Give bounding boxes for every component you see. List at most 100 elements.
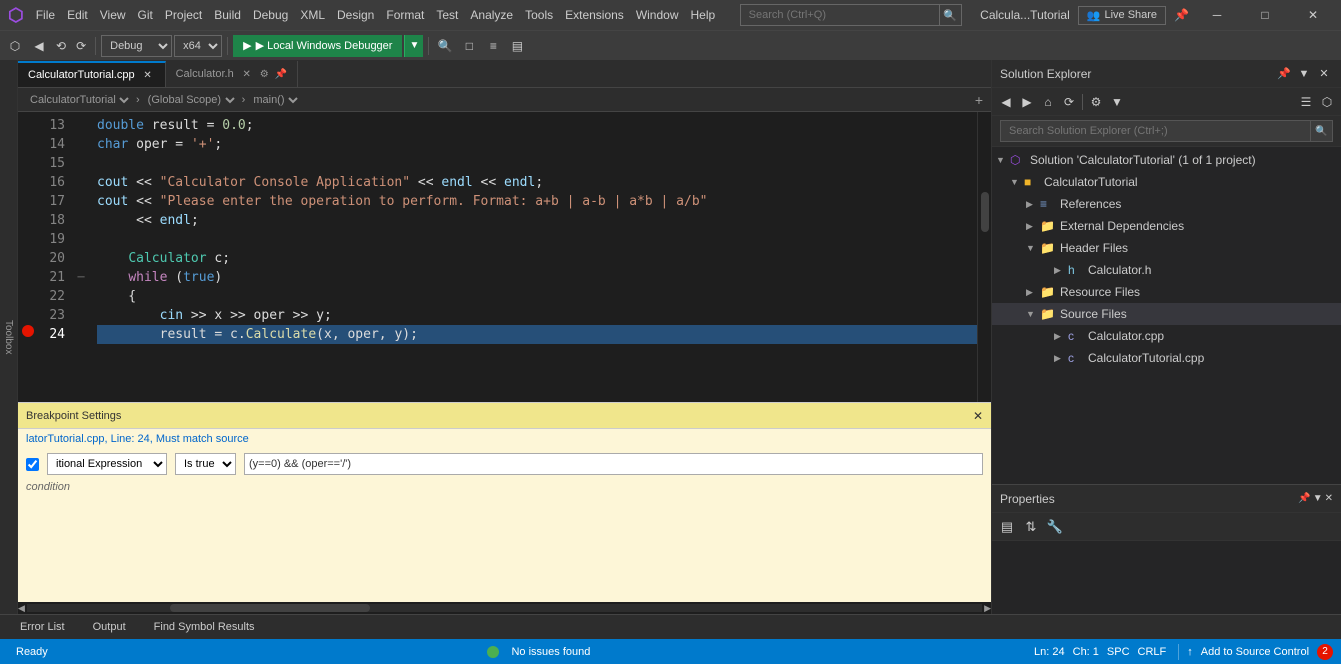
tree-item-resource-files[interactable]: ▶ 📁 Resource Files: [992, 281, 1341, 303]
tree-item-calculator-tutorial-cpp[interactable]: ▶ c CalculatorTutorial.cpp: [992, 347, 1341, 369]
prop-settings-btn[interactable]: 🔧: [1044, 516, 1066, 538]
tree-item-source-files[interactable]: ▼ 📁 Source Files: [992, 303, 1341, 325]
global-search-input[interactable]: [740, 4, 940, 26]
bottom-tab-error-list[interactable]: Error List: [8, 619, 77, 635]
prop-pin-btn[interactable]: 📌: [1298, 493, 1310, 504]
tab-close-1[interactable]: ✕: [141, 68, 155, 82]
tree-item-solution[interactable]: ▼ ⬡ Solution 'CalculatorTutorial' (1 of …: [992, 149, 1341, 171]
fold-button-while[interactable]: ─: [73, 268, 89, 287]
tab-settings-btn[interactable]: ⚙: [260, 69, 269, 80]
tree-item-calculator-h[interactable]: ▶ h Calculator.h: [992, 259, 1341, 281]
se-showall-btn[interactable]: ☰: [1296, 92, 1316, 112]
tree-item-header-files[interactable]: ▼ 📁 Header Files: [992, 237, 1341, 259]
redo-button[interactable]: ⟳: [72, 37, 90, 55]
se-settings-btn[interactable]: ⚙: [1086, 92, 1106, 112]
bp-expression-input[interactable]: [244, 453, 983, 475]
menu-edit[interactable]: Edit: [61, 4, 94, 26]
filepath-scope-select[interactable]: (Global Scope): [144, 90, 238, 110]
prop-close-btn[interactable]: ✕: [1325, 493, 1333, 504]
project-arrow: ▼: [1010, 177, 1024, 187]
menu-xml[interactable]: XML: [294, 4, 331, 26]
se-preview-btn[interactable]: ⬡: [1317, 92, 1337, 112]
menu-tools[interactable]: Tools: [519, 4, 559, 26]
run-dropdown[interactable]: ▼: [404, 35, 423, 57]
minimize-button[interactable]: ─: [1197, 1, 1237, 29]
breakpoint-indicator[interactable]: [18, 321, 38, 340]
bp-condition-type[interactable]: itional Expression: [47, 453, 167, 475]
bottom-tab-find-symbols[interactable]: Find Symbol Results: [142, 619, 267, 635]
tree-item-ext-deps[interactable]: ▶ 📁 External Dependencies: [992, 215, 1341, 237]
tab-calculator-tutorial[interactable]: CalculatorTutorial.cpp ✕: [18, 61, 166, 87]
ext-deps-icon: 📁: [1040, 219, 1056, 233]
tab-pin-btn[interactable]: 📌: [275, 69, 287, 80]
maximize-button[interactable]: □: [1245, 1, 1285, 29]
hscroll-right[interactable]: ▶: [984, 603, 991, 614]
toolbar-icon3[interactable]: ≡: [482, 35, 504, 57]
solution-explorer: Solution Explorer 📌 ▼ ✕ ◀ ▶ ⌂ ⟳ ⚙ ▼ ☰ ⬡ …: [991, 60, 1341, 614]
se-filter-btn[interactable]: ▼: [1107, 92, 1127, 112]
tab-close-2[interactable]: ✕: [240, 67, 254, 81]
se-pin-btn[interactable]: 📌: [1275, 65, 1293, 83]
tree-item-calculator-cpp[interactable]: ▶ c Calculator.cpp: [992, 325, 1341, 347]
toolbar-icon2[interactable]: □: [458, 35, 480, 57]
solution-icon: ⬡: [1010, 153, 1026, 167]
menu-help[interactable]: Help: [685, 4, 722, 26]
se-dropdown-btn[interactable]: ▼: [1295, 65, 1313, 83]
filepath-left-select[interactable]: CalculatorTutorial: [26, 90, 132, 110]
close-button[interactable]: ✕: [1293, 1, 1333, 29]
se-home-btn[interactable]: ⌂: [1038, 92, 1058, 112]
prop-categories-btn[interactable]: ▤: [996, 516, 1018, 538]
menu-design[interactable]: Design: [331, 4, 380, 26]
calculator-cpp-arrow: ▶: [1054, 331, 1068, 342]
toolbox-bar[interactable]: Toolbox: [0, 60, 18, 614]
code-content[interactable]: double result = 0.0; char oper = '+'; co…: [89, 112, 977, 402]
menu-view[interactable]: View: [94, 4, 132, 26]
menu-test[interactable]: Test: [430, 4, 464, 26]
debug-config-dropdown[interactable]: Debug Release: [101, 35, 172, 57]
tab-calculator-h[interactable]: Calculator.h ✕ ⚙ 📌: [166, 61, 299, 87]
tree-item-references[interactable]: ▶ ≡ References: [992, 193, 1341, 215]
bp-close-btn[interactable]: ✕: [973, 409, 983, 423]
back-button[interactable]: ⬡: [4, 35, 26, 57]
source-files-arrow: ▼: [1026, 309, 1040, 319]
editor-vscrollbar[interactable]: [977, 112, 991, 402]
ext-deps-arrow: ▶: [1026, 221, 1040, 232]
bottom-tab-output[interactable]: Output: [81, 619, 138, 635]
menu-build[interactable]: Build: [208, 4, 247, 26]
se-close-btn[interactable]: ✕: [1315, 65, 1333, 83]
bp-is-true-select[interactable]: Is true: [175, 453, 236, 475]
search-files-button[interactable]: 🔍: [434, 35, 456, 57]
tree-item-project[interactable]: ▼ ■ CalculatorTutorial: [992, 171, 1341, 193]
se-search-input[interactable]: [1000, 120, 1311, 142]
menu-git[interactable]: Git: [132, 4, 159, 26]
header-files-label: Header Files: [1060, 241, 1128, 255]
prop-dropdown-btn[interactable]: ▼: [1313, 493, 1323, 504]
toolbar-icon4[interactable]: ▤: [506, 35, 528, 57]
filepath-func-select[interactable]: main(): [249, 90, 301, 110]
menu-debug[interactable]: Debug: [247, 4, 294, 26]
live-share-button[interactable]: 👥 Live Share: [1078, 6, 1166, 25]
undo-button[interactable]: ⟲: [52, 37, 70, 55]
platform-dropdown[interactable]: x64 x86: [174, 35, 222, 57]
run-button[interactable]: ▶ ▶ Local Windows Debugger: [233, 35, 402, 57]
hscroll-left[interactable]: ◀: [18, 603, 25, 614]
menu-project[interactable]: Project: [159, 4, 208, 26]
editor-hscrollbar[interactable]: ◀ ▶: [18, 602, 991, 614]
menu-format[interactable]: Format: [380, 4, 430, 26]
forward-button[interactable]: ◀: [28, 35, 50, 57]
se-refresh-btn[interactable]: ⟳: [1059, 92, 1079, 112]
header-files-icon: 📁: [1040, 241, 1056, 255]
menu-analyze[interactable]: Analyze: [464, 4, 519, 26]
bp-checkbox[interactable]: [26, 458, 39, 471]
solution-label: Solution 'CalculatorTutorial' (1 of 1 pr…: [1030, 153, 1256, 167]
run-label: ▶ Local Windows Debugger: [256, 39, 393, 52]
references-label: References: [1060, 197, 1121, 211]
editor-add-btn[interactable]: +: [975, 92, 983, 108]
menu-extensions[interactable]: Extensions: [559, 4, 630, 26]
menu-file[interactable]: File: [30, 4, 61, 26]
prop-sort-btn[interactable]: ⇅: [1020, 516, 1042, 538]
se-forward-btn[interactable]: ▶: [1017, 92, 1037, 112]
se-back-btn[interactable]: ◀: [996, 92, 1016, 112]
add-source-control[interactable]: Add to Source Control: [1197, 646, 1313, 658]
menu-window[interactable]: Window: [630, 4, 685, 26]
